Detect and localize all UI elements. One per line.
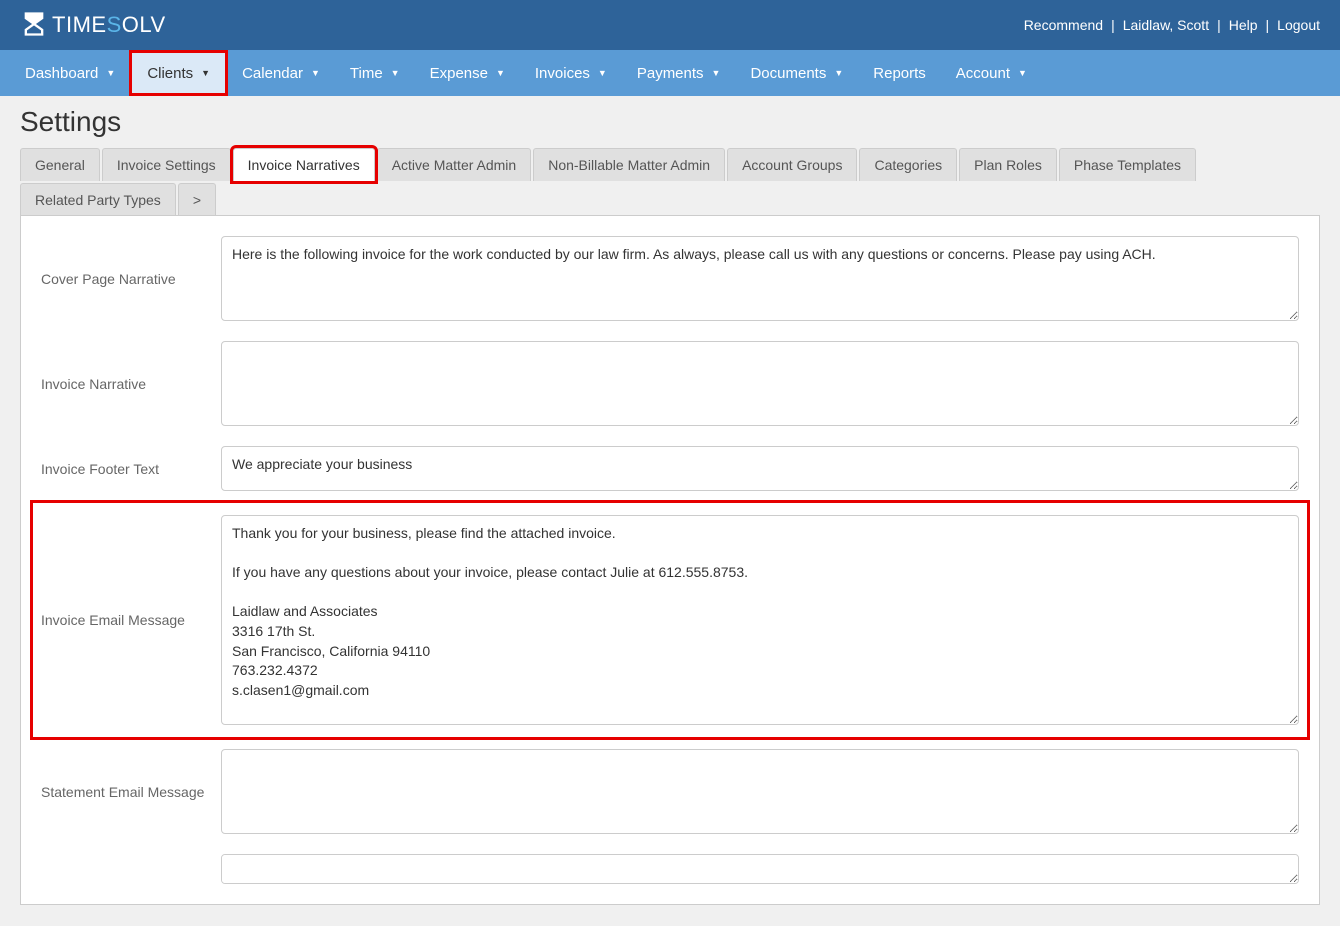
tab-plan-roles[interactable]: Plan Roles (959, 148, 1057, 181)
nav-dashboard[interactable]: Dashboard ▼ (10, 50, 130, 96)
row-invoice-footer-text: Invoice Footer Text (41, 446, 1299, 491)
label-invoice-footer-text: Invoice Footer Text (41, 461, 221, 477)
hourglass-icon (20, 10, 48, 41)
nav-account[interactable]: Account ▼ (941, 50, 1042, 96)
nav-expense[interactable]: Expense ▼ (415, 50, 520, 96)
cover-page-narrative-input[interactable] (221, 236, 1299, 321)
tab-invoice-narratives[interactable]: Invoice Narratives (233, 148, 375, 181)
nav-label: Calendar (242, 65, 303, 82)
nav-bar: Dashboard ▼ Clients ▼ Calendar ▼ Time ▼ … (0, 50, 1340, 96)
row-invoice-narrative: Invoice Narrative (41, 341, 1299, 426)
recommend-link[interactable]: Recommend (1024, 17, 1103, 33)
nav-reports[interactable]: Reports (858, 50, 941, 96)
caret-down-icon: ▼ (311, 68, 320, 78)
label-cover-page-narrative: Cover Page Narrative (41, 271, 221, 287)
row-cover-page-narrative: Cover Page Narrative (41, 236, 1299, 321)
invoice-footer-text-input[interactable] (221, 446, 1299, 491)
nav-label: Invoices (535, 65, 590, 82)
nav-payments[interactable]: Payments ▼ (622, 50, 736, 96)
separator: | (1217, 17, 1221, 33)
tab-more[interactable]: > (178, 183, 216, 216)
statement-email-message-input[interactable] (221, 749, 1299, 834)
nav-clients[interactable]: Clients ▼ (132, 53, 225, 93)
logo-text: TIMESOLV (52, 12, 166, 38)
invoice-narrative-input[interactable] (221, 341, 1299, 426)
caret-down-icon: ▼ (598, 68, 607, 78)
tab-general[interactable]: General (20, 148, 100, 181)
tab-related-party-types[interactable]: Related Party Types (20, 183, 176, 216)
nav-calendar[interactable]: Calendar ▼ (227, 50, 335, 96)
caret-down-icon: ▼ (1018, 68, 1027, 78)
nav-time[interactable]: Time ▼ (335, 50, 415, 96)
caret-down-icon: ▼ (201, 68, 210, 78)
separator: | (1266, 17, 1270, 33)
nav-label: Time (350, 65, 383, 82)
nav-label: Expense (430, 65, 488, 82)
nav-documents[interactable]: Documents ▼ (735, 50, 858, 96)
caret-down-icon: ▼ (712, 68, 721, 78)
separator: | (1111, 17, 1115, 33)
nav-label: Documents (750, 65, 826, 82)
caret-down-icon: ▼ (834, 68, 843, 78)
caret-down-icon: ▼ (496, 68, 505, 78)
header-top: TIMESOLV Recommend | Laidlaw, Scott | He… (0, 0, 1340, 50)
tab-account-groups[interactable]: Account Groups (727, 148, 857, 181)
nav-label: Dashboard (25, 65, 98, 82)
nav-label: Account (956, 65, 1010, 82)
nav-label: Clients (147, 65, 193, 82)
help-link[interactable]: Help (1229, 17, 1258, 33)
nav-label: Reports (873, 65, 926, 82)
caret-down-icon: ▼ (391, 68, 400, 78)
page-title: Settings (20, 106, 1320, 138)
tab-invoice-settings[interactable]: Invoice Settings (102, 148, 231, 181)
label-invoice-email-message: Invoice Email Message (41, 612, 221, 628)
label-statement-email-message: Statement Email Message (41, 784, 221, 800)
nav-label: Payments (637, 65, 704, 82)
nav-invoices[interactable]: Invoices ▼ (520, 50, 622, 96)
content: Settings General Invoice Settings Invoic… (0, 96, 1340, 926)
logout-link[interactable]: Logout (1277, 17, 1320, 33)
row-extra (41, 854, 1299, 884)
extra-input[interactable] (221, 854, 1299, 884)
row-invoice-email-message: Invoice Email Message (41, 511, 1299, 729)
label-invoice-narrative: Invoice Narrative (41, 376, 221, 392)
header-links: Recommend | Laidlaw, Scott | Help | Logo… (1024, 17, 1320, 33)
row-statement-email-message: Statement Email Message (41, 749, 1299, 834)
tab-phase-templates[interactable]: Phase Templates (1059, 148, 1196, 181)
user-link[interactable]: Laidlaw, Scott (1123, 17, 1209, 33)
logo[interactable]: TIMESOLV (20, 10, 166, 41)
tab-active-matter-admin[interactable]: Active Matter Admin (377, 148, 532, 181)
form-panel: Cover Page Narrative Invoice Narrative I… (20, 215, 1320, 905)
tabs-container: General Invoice Settings Invoice Narrati… (20, 148, 1320, 216)
tab-categories[interactable]: Categories (859, 148, 957, 181)
invoice-email-message-input[interactable] (221, 515, 1299, 725)
caret-down-icon: ▼ (106, 68, 115, 78)
tab-non-billable-matter-admin[interactable]: Non-Billable Matter Admin (533, 148, 725, 181)
